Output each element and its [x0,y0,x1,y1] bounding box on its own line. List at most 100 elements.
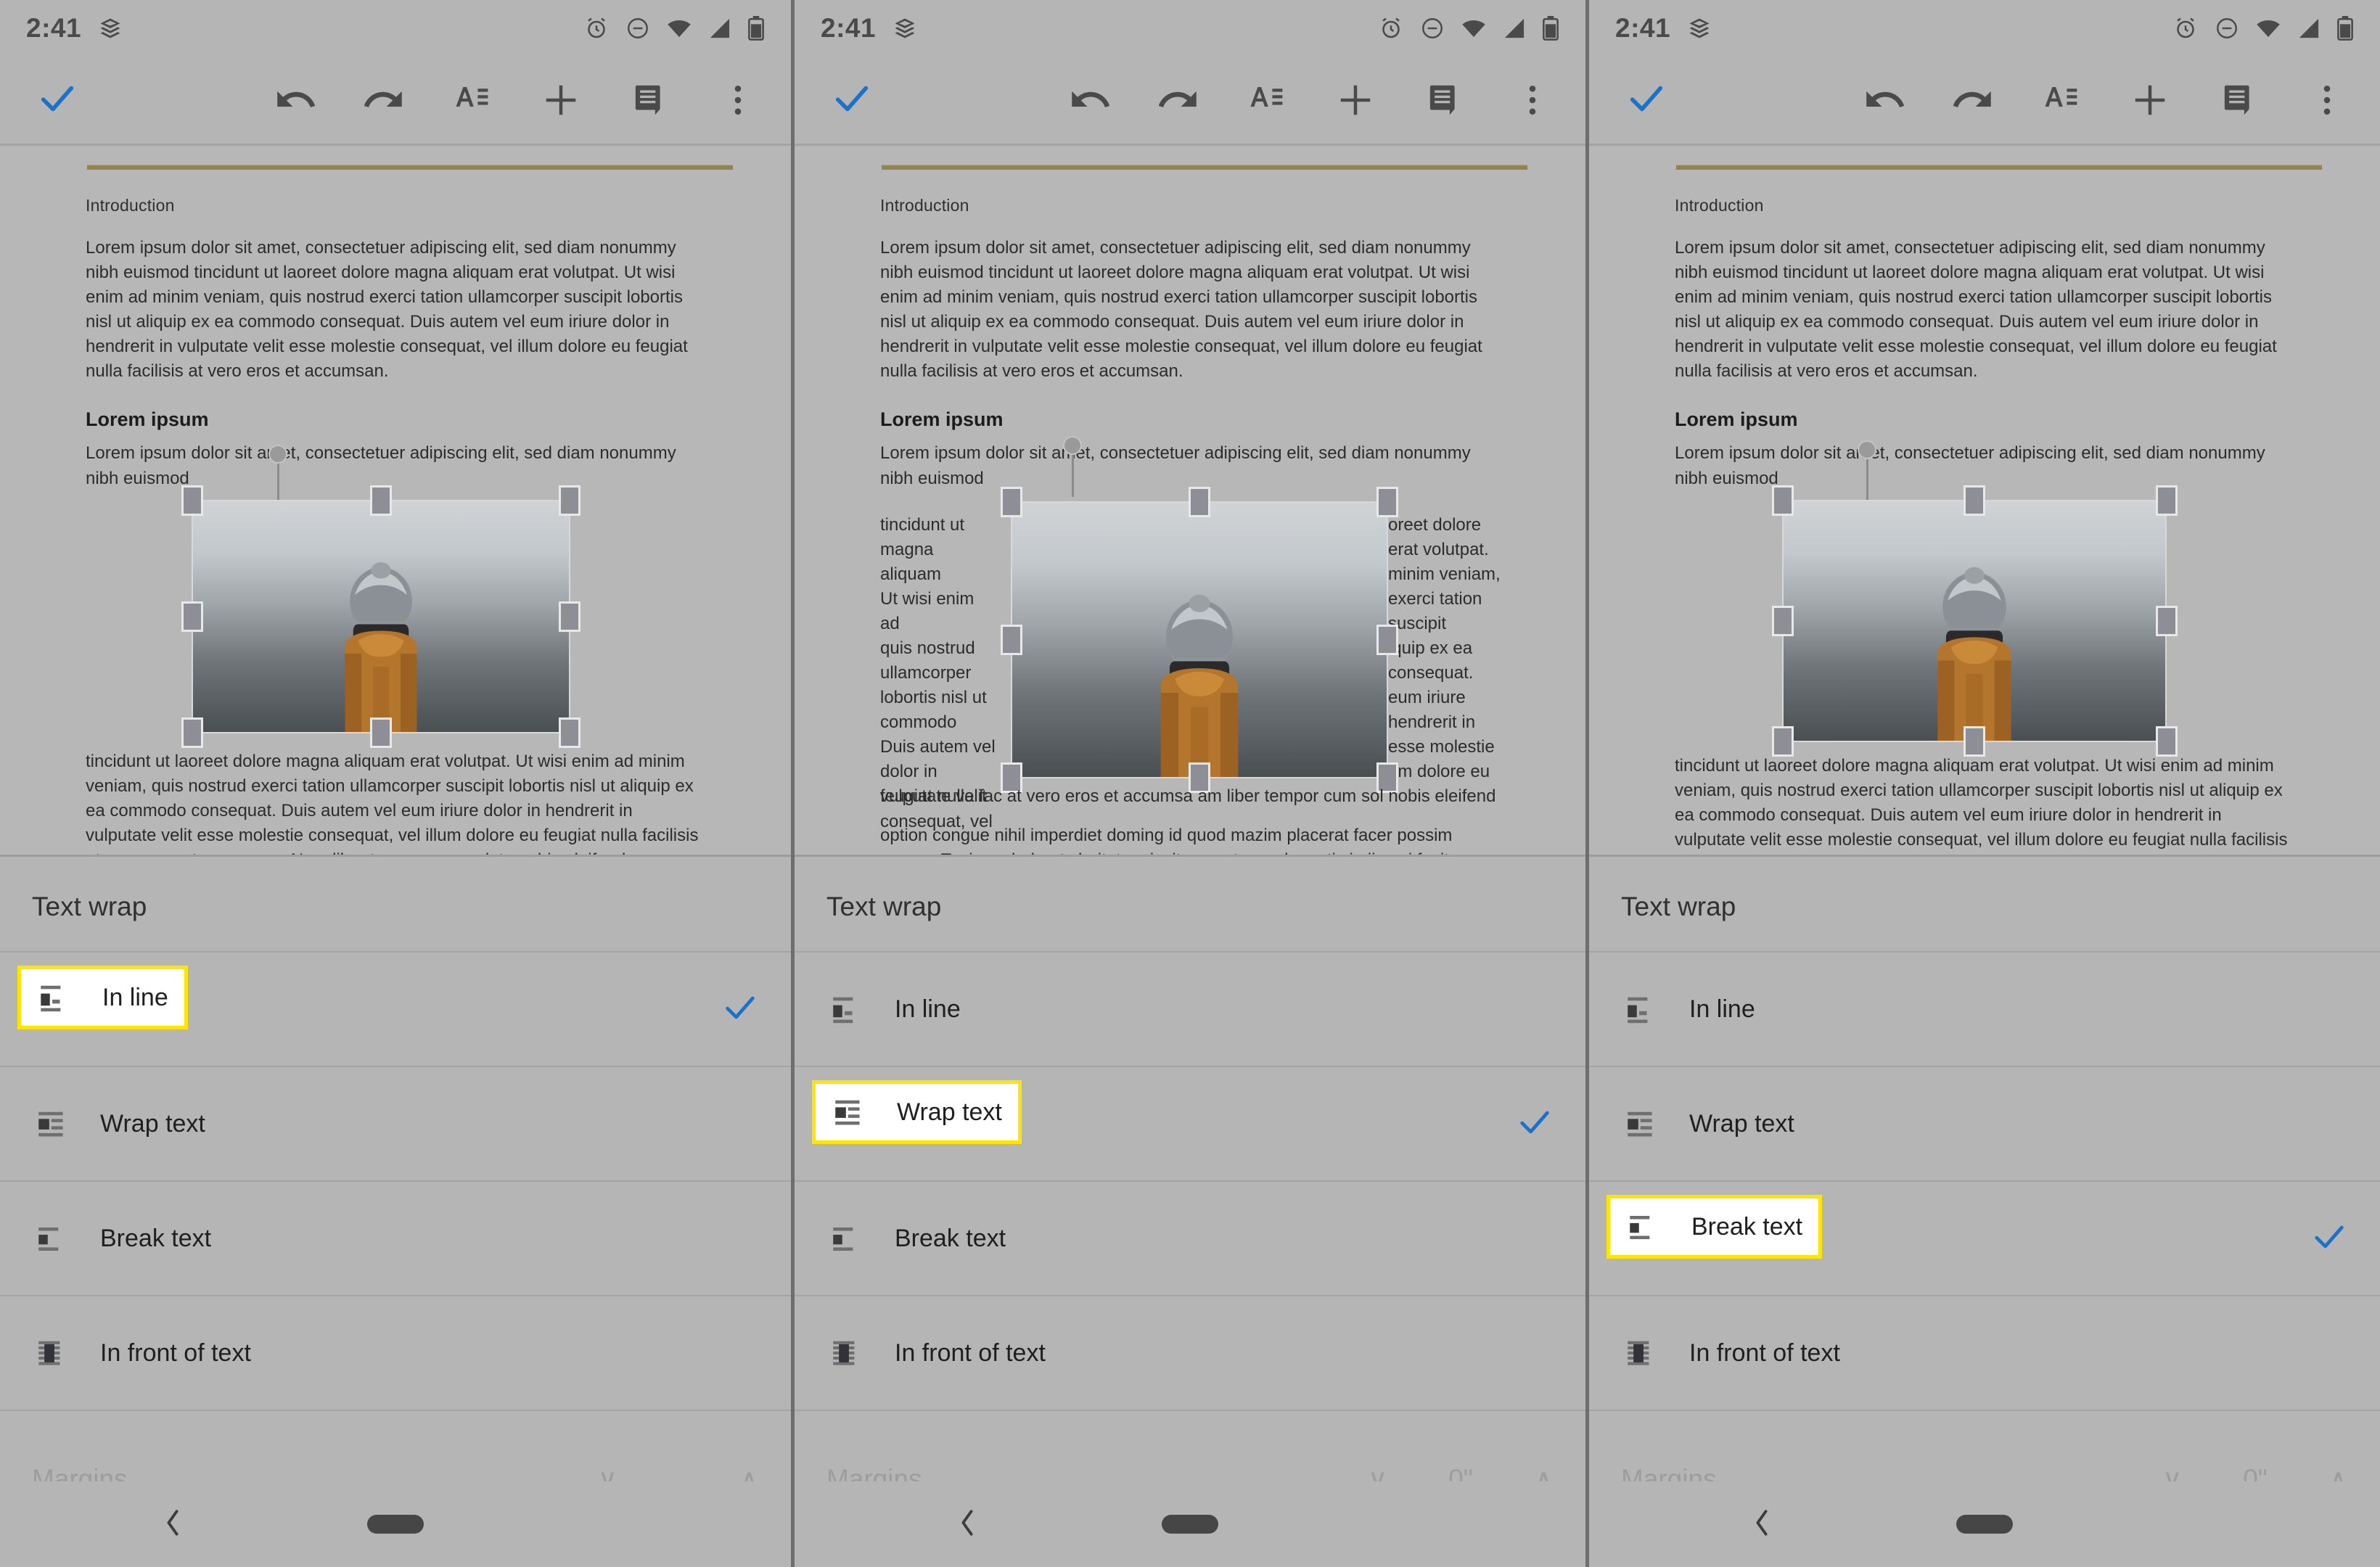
resize-handle-top-center[interactable] [1964,485,1985,516]
option-row-in-front-of-text[interactable]: In front of text [1589,1296,2380,1410]
resize-handle-top-right[interactable] [559,485,580,516]
more-options-icon[interactable] [1510,78,1555,123]
undo-icon[interactable] [1862,78,1907,123]
option-label-in-front-of-text: In front of text [895,1338,1046,1367]
resize-handle-bottom-left[interactable] [1772,725,1794,757]
home-pill-handle[interactable] [367,1515,424,1534]
status-clock: 2:41 [821,13,877,43]
insert-icon[interactable] [2127,78,2172,123]
undo-icon[interactable] [273,78,318,123]
option-label-break-text: Break text [895,1224,1006,1252]
margins-stepper-row[interactable]: Margins ∨ 0" ∧ [795,1411,1585,1489]
resize-handle-top-left[interactable] [1001,486,1022,517]
option-row-break-text[interactable]: Break text [795,1182,1585,1295]
option-label-wrap-text: Wrap text [100,1109,205,1138]
redo-icon[interactable] [1156,78,1201,123]
accept-checkmark-button[interactable] [22,78,93,123]
more-options-icon[interactable] [2305,78,2350,123]
resize-handle-bottom-center[interactable] [370,717,392,748]
panel-in-line: 2:41 Introduction Lorem ipsum dolor sit … [0,0,791,1567]
resize-handle-bottom-right[interactable] [2156,725,2178,757]
resize-handle-mid-right[interactable] [559,601,580,632]
option-row-in-front-of-text[interactable]: In front of text [795,1296,1585,1410]
resize-handle-top-center[interactable] [370,485,392,516]
battery-icon [747,16,765,41]
resize-handle-mid-right[interactable] [2156,605,2178,636]
wrap-left-line: quis nostrud [880,638,975,659]
image-person-in-orange-jacket[interactable] [192,499,570,733]
resize-handle-mid-left[interactable] [1772,605,1794,636]
resize-handle-bottom-center[interactable] [1964,725,1985,757]
resize-handle-top-right[interactable] [2156,485,2178,516]
wrap-left-line: Duis autem vel [880,737,996,757]
accept-checkmark-button[interactable] [1611,78,1682,123]
back-chevron-icon[interactable] [158,1503,187,1546]
editor-toolbar [795,57,1585,144]
rotation-handle-dot[interactable] [1063,435,1082,455]
image-selection-group[interactable] [1675,440,2294,757]
option-row-wrap-text[interactable]: Wrap text [1589,1067,2380,1180]
rotation-handle-dot[interactable] [1858,440,1876,459]
resize-handle-top-left[interactable] [181,485,203,516]
option-row-break-text[interactable]: Break text [0,1182,791,1295]
resize-handle-top-left[interactable] [1772,485,1794,516]
insert-icon[interactable] [1333,78,1378,123]
resize-handle-mid-left[interactable] [181,601,203,632]
margins-stepper-row[interactable]: Margins ∨ 0" ∧ [1589,1411,2380,1489]
option-row-in-line[interactable]: In line [1589,953,2380,1066]
status-clock: 2:41 [1615,13,1671,43]
resize-handle-top-center[interactable] [1189,486,1210,517]
back-chevron-icon[interactable] [953,1503,982,1546]
more-options-icon[interactable] [715,78,760,123]
format-text-icon[interactable] [1244,78,1289,123]
resize-handle-mid-left[interactable] [1001,624,1022,655]
format-text-icon[interactable] [450,78,495,123]
option-row-in-line[interactable]: In line [795,953,1585,1066]
highlight-box-wrap-text: Wrap text [812,1080,1022,1144]
comment-icon[interactable] [1421,78,1466,123]
margins-stepper-row[interactable]: Margins ∨ ∧ [0,1411,791,1489]
android-nav-bar [795,1481,1585,1567]
do-not-disturb-icon [2215,16,2239,41]
image-person-in-orange-jacket[interactable] [1011,501,1388,778]
section-label: Introduction [86,196,175,215]
resize-handle-top-right[interactable] [1376,486,1398,517]
paragraph-2-lead: Lorem ipsum dolor sit amet, consectetuer… [86,443,676,488]
image-selection-group[interactable] [86,444,705,748]
option-row-in-line[interactable]: In line [0,953,791,1066]
heading-lorem-ipsum: Lorem ipsum [1675,408,1798,431]
back-chevron-icon[interactable] [1747,1503,1776,1546]
accept-checkmark-button[interactable] [816,78,887,123]
resize-handle-bottom-left[interactable] [181,717,203,748]
comment-icon[interactable] [2216,78,2261,123]
home-pill-handle[interactable] [1956,1515,2013,1534]
insert-icon[interactable] [538,78,583,123]
wrap-left-line: Ut wisi enim ad [880,588,974,633]
option-row-in-front-of-text[interactable]: In front of text [0,1296,791,1410]
option-label-wrap-text: Wrap text [1689,1109,1794,1138]
image-person-in-orange-jacket[interactable] [1782,499,2167,742]
option-row-wrap-text[interactable]: Wrap text [0,1067,791,1180]
redo-icon[interactable] [1950,78,1995,123]
option-row-wrap-text[interactable]: Wrap text [795,1067,1585,1180]
highlight-box-in-line: In line [17,966,188,1029]
redo-icon[interactable] [361,78,406,123]
battery-icon [1542,16,1559,41]
resize-handle-bottom-right[interactable] [559,717,580,748]
undo-icon[interactable] [1067,78,1112,123]
wrap-left-line: commodo [880,712,957,733]
rotation-handle-line [1866,456,1868,500]
home-pill-handle[interactable] [1162,1515,1218,1534]
wrap-left-line: ullamcorper [880,663,972,683]
option-label-break-text: Break text [1691,1212,1803,1241]
wrap-text-icon [32,1106,73,1142]
image-selection-group[interactable]: tincidunt ut magna aliquam Ut wisi enim … [880,435,1501,857]
cell-signal-icon [1503,17,1526,39]
format-text-icon[interactable] [2039,78,2084,123]
resize-handle-mid-right[interactable] [1376,624,1398,655]
wrap-in-front-icon [32,1335,73,1371]
comment-icon[interactable] [627,78,672,123]
option-row-break-text[interactable]: Break text [1589,1182,2380,1295]
rotation-handle-dot[interactable] [268,444,287,464]
selected-checkmark-wrap-text [1516,1103,1554,1145]
